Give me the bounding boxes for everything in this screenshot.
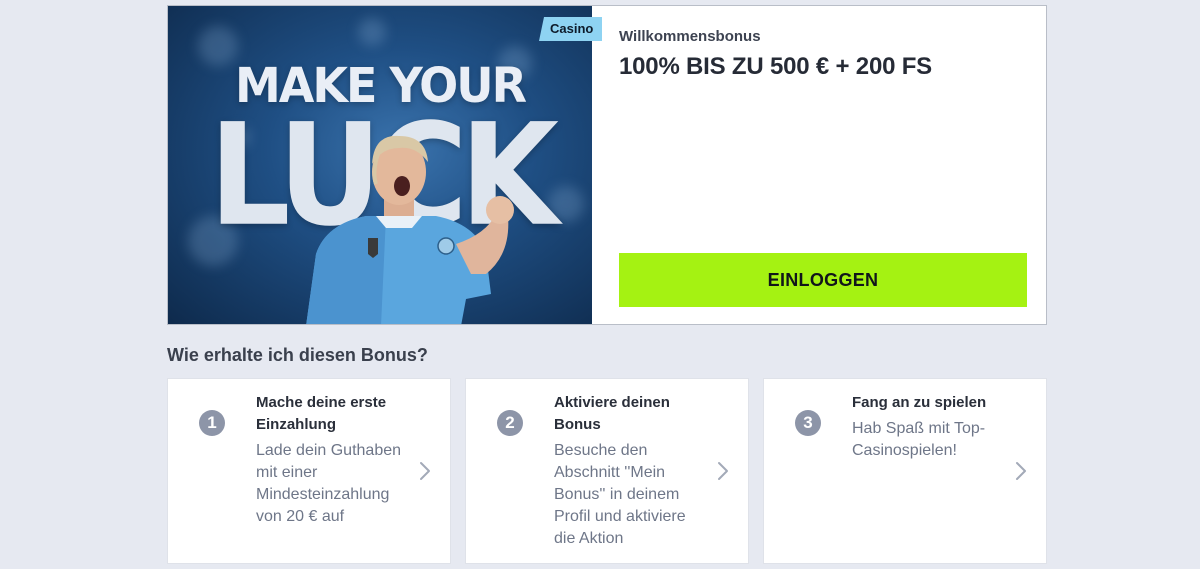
step-card-1[interactable]: 1 Mache deine erste Einzahlung Lade dein… [167, 378, 451, 564]
bonus-headline: 100% BIS ZU 500 € + 200 FS [619, 53, 932, 80]
chevron-right-icon[interactable] [1014, 461, 1028, 481]
step-description: Hab Spaß mit Top-Casinospielen! [852, 420, 986, 459]
page-content: MAKE YOUR LUCK [167, 5, 1047, 564]
step-description: Lade dein Guthaben mit einer Mindesteinz… [256, 442, 402, 525]
football-player-illustration [306, 135, 514, 324]
step-card-3[interactable]: 3 Fang an zu spielen Hab Spaß mit Top-Ca… [763, 378, 1047, 564]
welcome-bonus-card[interactable]: MAKE YOUR LUCK [167, 5, 1047, 325]
login-button[interactable]: EINLOGGEN [619, 253, 1027, 307]
step-title: Mache deine erste Einzahlung [256, 394, 387, 433]
step-title: Fang an zu spielen [852, 394, 987, 411]
step-card-2[interactable]: 2 Aktiviere deinen Bonus Besuche den Abs… [465, 378, 749, 564]
bonus-label: Willkommensbonus [619, 28, 761, 45]
steps-heading: Wie erhalte ich diesen Bonus? [167, 345, 428, 365]
steps-list: 1 Mache deine erste Einzahlung Lade dein… [167, 378, 1047, 564]
step-number-badge: 2 [497, 410, 523, 436]
chevron-right-icon[interactable] [418, 461, 432, 481]
step-number-badge: 3 [795, 410, 821, 436]
step-number-badge: 1 [199, 410, 225, 436]
hero-banner-image: MAKE YOUR LUCK [168, 6, 592, 324]
step-title: Aktiviere deinen Bonus [554, 394, 670, 433]
bonus-info: Willkommensbonus 100% BIS ZU 500 € + 200… [592, 6, 1046, 324]
chevron-right-icon[interactable] [716, 461, 730, 481]
step-description: Besuche den Abschnitt ''Mein Bonus'' in … [554, 442, 686, 547]
